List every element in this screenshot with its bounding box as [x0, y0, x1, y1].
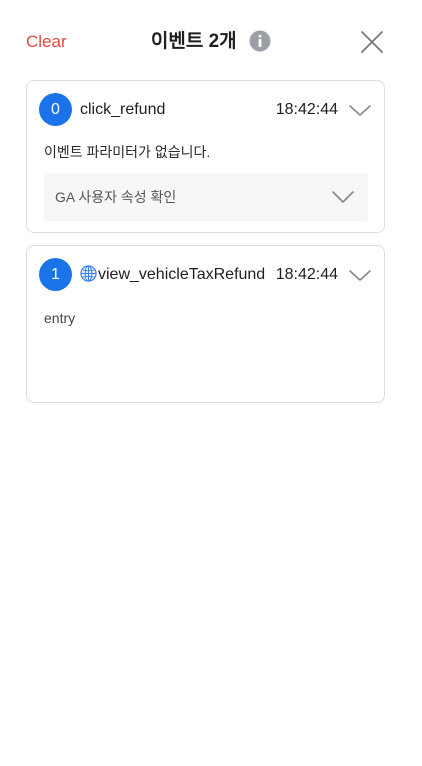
event-message: 이벤트 파라미터가 없습니다. [44, 144, 211, 160]
event-card-header[interactable]: 1 view_vehicleTaxRefund 18:42:44 [39, 258, 372, 292]
event-panel: Clear 이벤트 2개 0 click_refund 18:42:44 이벤트… [0, 0, 422, 766]
close-icon[interactable] [360, 30, 384, 54]
chevron-down-icon [332, 191, 354, 203]
event-time: 18:42:44 [275, 266, 338, 283]
page-title: 이벤트 2개 [150, 31, 237, 52]
info-icon[interactable] [249, 30, 271, 52]
chevron-down-icon[interactable] [348, 266, 372, 284]
header: Clear 이벤트 2개 [0, 0, 422, 84]
event-time: 18:42:44 [275, 101, 338, 118]
event-card-header[interactable]: 0 click_refund 18:42:44 [39, 93, 372, 127]
event-name-text: view_vehicleTaxRefund [98, 266, 266, 283]
event-name: click_refund [80, 101, 166, 118]
event-index-badge: 0 [39, 93, 72, 126]
globe-icon [80, 265, 97, 282]
event-message: entry [44, 310, 76, 326]
title-area: 이벤트 2개 [0, 29, 422, 55]
event-name: view_vehicleTaxRefund [80, 265, 265, 285]
ga-section-label: GA 사용자 속성 확인 [55, 189, 177, 205]
ga-user-properties-toggle[interactable]: GA 사용자 속성 확인 [44, 173, 368, 221]
event-index-badge: 1 [39, 258, 72, 291]
event-card: 0 click_refund 18:42:44 이벤트 파라미터가 없습니다. … [26, 80, 385, 233]
chevron-down-icon[interactable] [348, 101, 372, 119]
event-card: 1 view_vehicleTaxRefund 18:42:44 entry [26, 245, 385, 403]
